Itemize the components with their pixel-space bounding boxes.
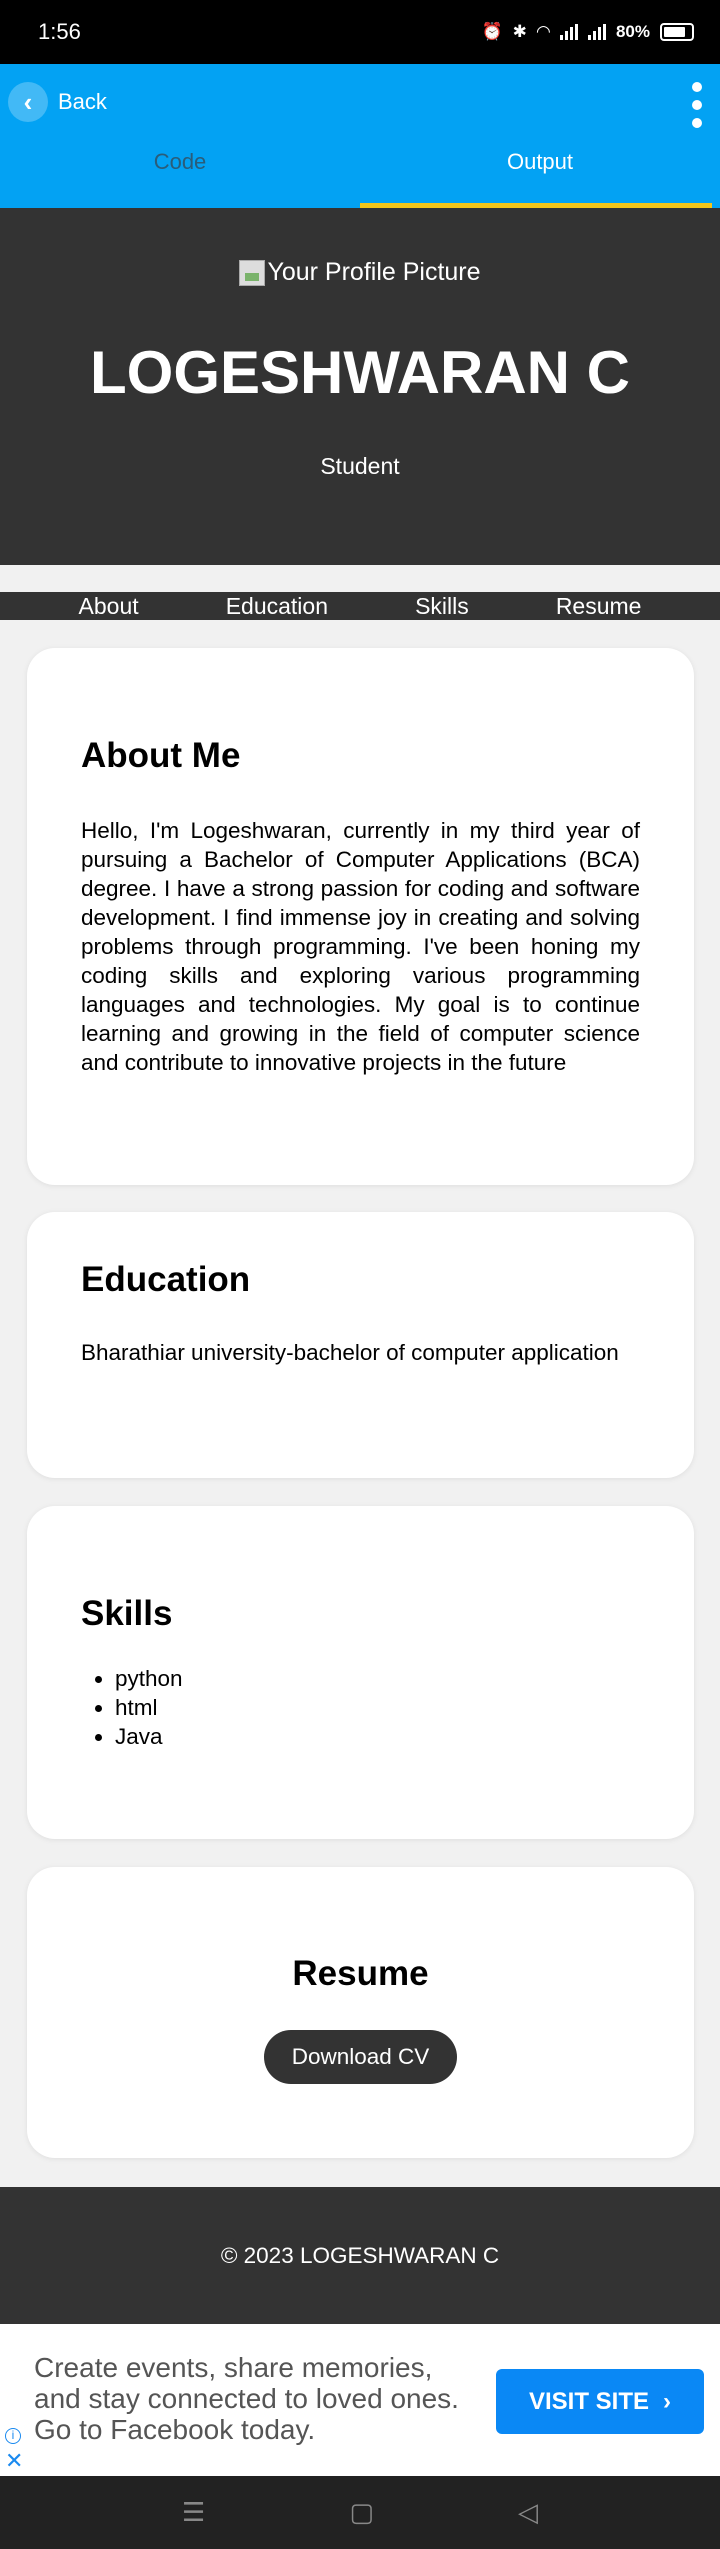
chevron-left-icon: ‹ bbox=[8, 82, 48, 122]
skill-item: python bbox=[115, 1664, 640, 1693]
nav-link-resume[interactable]: Resume bbox=[556, 593, 642, 620]
ad-info-icon[interactable]: i bbox=[5, 2428, 21, 2444]
visit-site-button[interactable]: VISIT SITE › bbox=[496, 2369, 704, 2434]
bluetooth-icon: ✱ bbox=[512, 22, 527, 41]
section-nav: About Education Skills Resume bbox=[0, 592, 720, 620]
signal-icon bbox=[559, 24, 578, 40]
home-icon[interactable]: ▢ bbox=[349, 2497, 374, 2528]
about-section: About Me Hello, I'm Logeshwaran, current… bbox=[27, 648, 694, 1185]
visit-site-label: VISIT SITE bbox=[528, 2387, 650, 2415]
broken-image-icon bbox=[239, 259, 266, 286]
education-title: Education bbox=[81, 1260, 251, 1299]
system-nav-bar: ☰ ▢ ◁ bbox=[0, 2476, 720, 2549]
about-title: About Me bbox=[81, 736, 241, 775]
page-header: Your Profile Picture LOGESHWARAN C Stude… bbox=[0, 208, 720, 565]
skill-item: html bbox=[115, 1693, 640, 1722]
chevron-right-icon: › bbox=[663, 2387, 672, 2415]
status-time: 1:56 bbox=[38, 19, 81, 44]
profile-role: Student bbox=[320, 453, 400, 479]
education-section: Education Bharathiar university-bachelor… bbox=[27, 1212, 694, 1478]
education-text: Bharathiar university-bachelor of comput… bbox=[81, 1340, 619, 1365]
battery-icon bbox=[660, 23, 694, 41]
nav-link-skills[interactable]: Skills bbox=[415, 593, 469, 620]
tab-output[interactable]: Output bbox=[360, 136, 720, 208]
resume-title: Resume bbox=[292, 1954, 429, 1993]
recent-apps-icon[interactable]: ☰ bbox=[182, 2497, 205, 2528]
ad-banner[interactable]: Create events, share memories, and stay … bbox=[0, 2324, 720, 2476]
profile-name: LOGESHWARAN C bbox=[90, 339, 630, 406]
nav-link-about[interactable]: About bbox=[79, 593, 139, 620]
tab-code[interactable]: Code bbox=[0, 136, 360, 208]
back-nav-icon[interactable]: ◁ bbox=[518, 2497, 538, 2528]
skills-section: Skills python html Java bbox=[27, 1506, 694, 1839]
ad-text: Create events, share memories, and stay … bbox=[34, 2352, 459, 2445]
skills-list: python html Java bbox=[81, 1664, 640, 1751]
status-icons: ⏰ ✱ ◠ 80% bbox=[481, 22, 694, 42]
profile-picture-alt: Your Profile Picture bbox=[267, 258, 481, 286]
about-text: Hello, I'm Logeshwaran, currently in my … bbox=[81, 818, 640, 1075]
footer-text: © 2023 LOGESHWARAN C bbox=[220, 2243, 500, 2268]
wifi-icon: ◠ bbox=[536, 22, 550, 41]
app-bar: ‹ Back Code Output bbox=[0, 64, 720, 208]
page-footer: © 2023 LOGESHWARAN C bbox=[0, 2187, 720, 2324]
download-cv-button[interactable]: Download CV bbox=[263, 2030, 458, 2084]
status-bar: 1:56 ⏰ ✱ ◠ 80% bbox=[0, 0, 720, 64]
ad-close-icon[interactable]: ✕ bbox=[5, 2450, 23, 2472]
back-button[interactable]: ‹ Back bbox=[8, 72, 107, 132]
resume-section: Resume Download CV bbox=[27, 1867, 694, 2158]
tab-bar: Code Output bbox=[0, 136, 720, 208]
alarm-icon: ⏰ bbox=[481, 22, 503, 41]
skills-title: Skills bbox=[81, 1594, 173, 1633]
nav-link-education[interactable]: Education bbox=[226, 593, 328, 620]
more-options-icon[interactable] bbox=[690, 82, 704, 128]
signal-icon-2 bbox=[587, 24, 606, 40]
battery-percent: 80% bbox=[615, 22, 650, 41]
skill-item: Java bbox=[115, 1722, 640, 1751]
back-label: Back bbox=[58, 89, 107, 114]
profile-picture: Your Profile Picture bbox=[0, 258, 720, 287]
